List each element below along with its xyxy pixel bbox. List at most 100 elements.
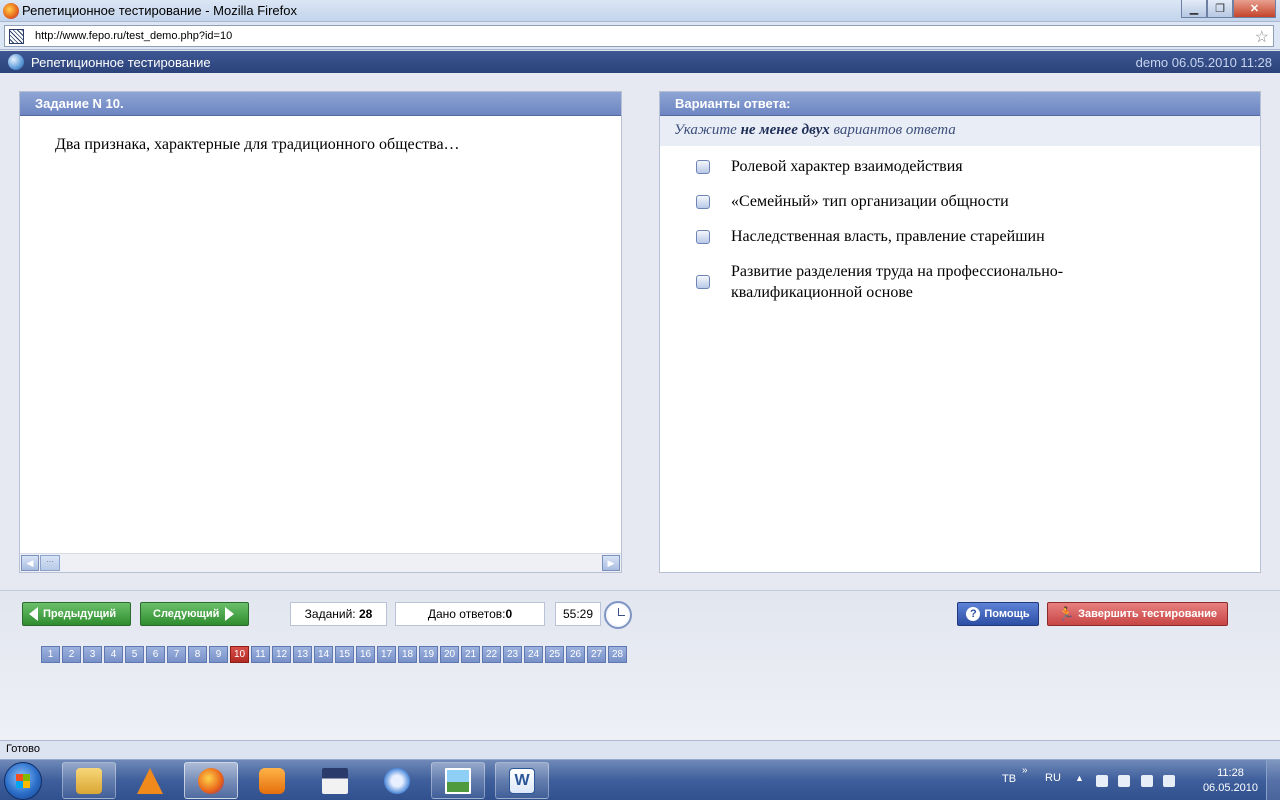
page-button[interactable]: 27: [587, 646, 606, 663]
horizontal-scrollbar[interactable]: ◀ ··· ▶: [20, 553, 621, 572]
window-title: Репетиционное тестирование - Mozilla Fir…: [22, 3, 297, 18]
hint-bold: не менее двух: [740, 122, 830, 138]
page-button[interactable]: 26: [566, 646, 585, 663]
taskbar-media-player[interactable]: [245, 762, 299, 799]
main-area: Задание N 10. Два признака, характерные …: [0, 73, 1280, 590]
page-button[interactable]: 18: [398, 646, 417, 663]
close-button[interactable]: ✕: [1233, 0, 1276, 18]
scroll-left-button[interactable]: ◀: [21, 555, 39, 571]
page-button[interactable]: 22: [482, 646, 501, 663]
page-button[interactable]: 19: [419, 646, 438, 663]
taskbar-itunes[interactable]: [370, 762, 424, 799]
page-button[interactable]: 8: [188, 646, 207, 663]
minimize-button[interactable]: ▁: [1181, 0, 1207, 18]
word-icon: W: [509, 767, 535, 794]
runner-icon: 🏃: [1057, 606, 1075, 621]
answer-option[interactable]: Наследственная власть, правление старейш…: [660, 226, 1260, 247]
arrow-right-icon: [225, 607, 235, 621]
volume-icon[interactable]: [1163, 775, 1175, 787]
next-button[interactable]: Следующий: [140, 602, 249, 626]
tasks-count: 28: [358, 607, 373, 621]
taskbar-explorer[interactable]: [62, 762, 116, 799]
lang-tb[interactable]: TB: [1002, 773, 1016, 785]
tray-expand-icon[interactable]: ▲: [1075, 773, 1084, 783]
question-mark-icon: ?: [966, 607, 981, 621]
start-button[interactable]: [4, 762, 42, 800]
answer-option[interactable]: Ролевой характер взаимодействия: [660, 156, 1260, 177]
page-button[interactable]: 28: [608, 646, 627, 663]
page-button[interactable]: 1: [41, 646, 60, 663]
answers-hint: Укажите не менее двух вариантов ответа: [660, 116, 1260, 146]
taskbar-picture-viewer[interactable]: [431, 762, 485, 799]
chevron-icon[interactable]: »: [1022, 765, 1028, 776]
page-button[interactable]: 12: [272, 646, 291, 663]
answer-option[interactable]: Развитие разделения труда на профессиона…: [660, 261, 1260, 303]
network-icon[interactable]: [1141, 775, 1153, 787]
taskbar-clock[interactable]: 11:28 06.05.2010: [1203, 766, 1258, 796]
answer-checkbox[interactable]: [696, 275, 710, 289]
action-center-icon[interactable]: [1096, 775, 1108, 787]
page-button[interactable]: 13: [293, 646, 312, 663]
media-player-icon: [259, 767, 285, 794]
page-button[interactable]: 17: [377, 646, 396, 663]
finish-label: Завершить тестирование: [1078, 608, 1218, 620]
arrow-left-icon: [29, 607, 38, 621]
show-desktop-button[interactable]: [1266, 760, 1280, 800]
finish-test-button[interactable]: 🏃 Завершить тестирование: [1047, 602, 1228, 626]
answer-checkbox[interactable]: [696, 195, 710, 209]
answer-option-text: Наследственная власть, правление старейш…: [731, 228, 1045, 245]
answer-option[interactable]: «Семейный» тип организации общности: [660, 191, 1260, 212]
status-bar: Готово: [0, 740, 1280, 759]
answers-label: Дано ответов:: [427, 607, 506, 621]
timer-box: 55:29: [555, 602, 601, 626]
url-text: http://www.fepo.ru/test_demo.php?id=10: [35, 30, 233, 42]
page-button[interactable]: 16: [356, 646, 375, 663]
answer-options: Ролевой характер взаимодействия «Семейны…: [660, 146, 1260, 303]
page-button[interactable]: 10: [230, 646, 249, 663]
page-button[interactable]: 4: [104, 646, 123, 663]
clock-date: 06.05.2010: [1202, 782, 1258, 794]
page-button[interactable]: 23: [503, 646, 522, 663]
taskbar-floppy[interactable]: [308, 762, 362, 799]
device-icon[interactable]: [1118, 775, 1130, 787]
bookmark-star-icon[interactable]: ☆: [1255, 27, 1269, 47]
page-button[interactable]: 2: [62, 646, 81, 663]
taskbar-word[interactable]: W: [495, 762, 549, 799]
page-button[interactable]: 3: [83, 646, 102, 663]
answers-count: 0: [505, 607, 513, 621]
tasks-label: Заданий:: [304, 607, 356, 621]
page-button[interactable]: 15: [335, 646, 354, 663]
page-button[interactable]: 25: [545, 646, 564, 663]
page-button[interactable]: 5: [125, 646, 144, 663]
timer-value: 55:29: [562, 607, 594, 621]
page-button[interactable]: 14: [314, 646, 333, 663]
answer-checkbox[interactable]: [696, 230, 710, 244]
task-panel: Задание N 10. Два признака, характерные …: [19, 91, 622, 573]
question-pager: 1 2 3 4 5 6 7 8 9 10 11 12 13 14 15 16 17 18 19 20 21 22 23 24 2…: [41, 646, 629, 663]
page-button[interactable]: 7: [167, 646, 186, 663]
page-button[interactable]: 6: [146, 646, 165, 663]
answer-checkbox[interactable]: [696, 160, 710, 174]
hint-suffix: вариантов ответа: [833, 122, 956, 138]
firefox-icon: [3, 3, 19, 19]
url-field[interactable]: http://www.fepo.ru/test_demo.php?id=10 ☆: [4, 25, 1274, 47]
hint-prefix: Укажите: [674, 122, 737, 138]
floppy-icon: [322, 767, 348, 794]
navigation-zone: Предыдущий Следующий Заданий: 28 Дано от…: [0, 590, 1280, 740]
maximize-button[interactable]: ❐: [1207, 0, 1233, 18]
page-button[interactable]: 21: [461, 646, 480, 663]
explorer-icon: [76, 767, 102, 794]
help-button[interactable]: ? Помощь: [957, 602, 1039, 626]
lang-ru[interactable]: RU: [1045, 772, 1061, 784]
scroll-right-button[interactable]: ▶: [602, 555, 620, 571]
page-button[interactable]: 9: [209, 646, 228, 663]
taskbar-firefox[interactable]: [184, 762, 238, 799]
page-button[interactable]: 20: [440, 646, 459, 663]
page-button[interactable]: 11: [251, 646, 270, 663]
prev-button[interactable]: Предыдущий: [22, 602, 131, 626]
clock-time: 11:28: [1217, 767, 1244, 779]
page-button[interactable]: 24: [524, 646, 543, 663]
taskbar-vlc[interactable]: [123, 762, 177, 799]
scroll-thumb[interactable]: ···: [40, 555, 60, 571]
user-date: demo 06.05.2010 11:28: [1135, 55, 1272, 70]
